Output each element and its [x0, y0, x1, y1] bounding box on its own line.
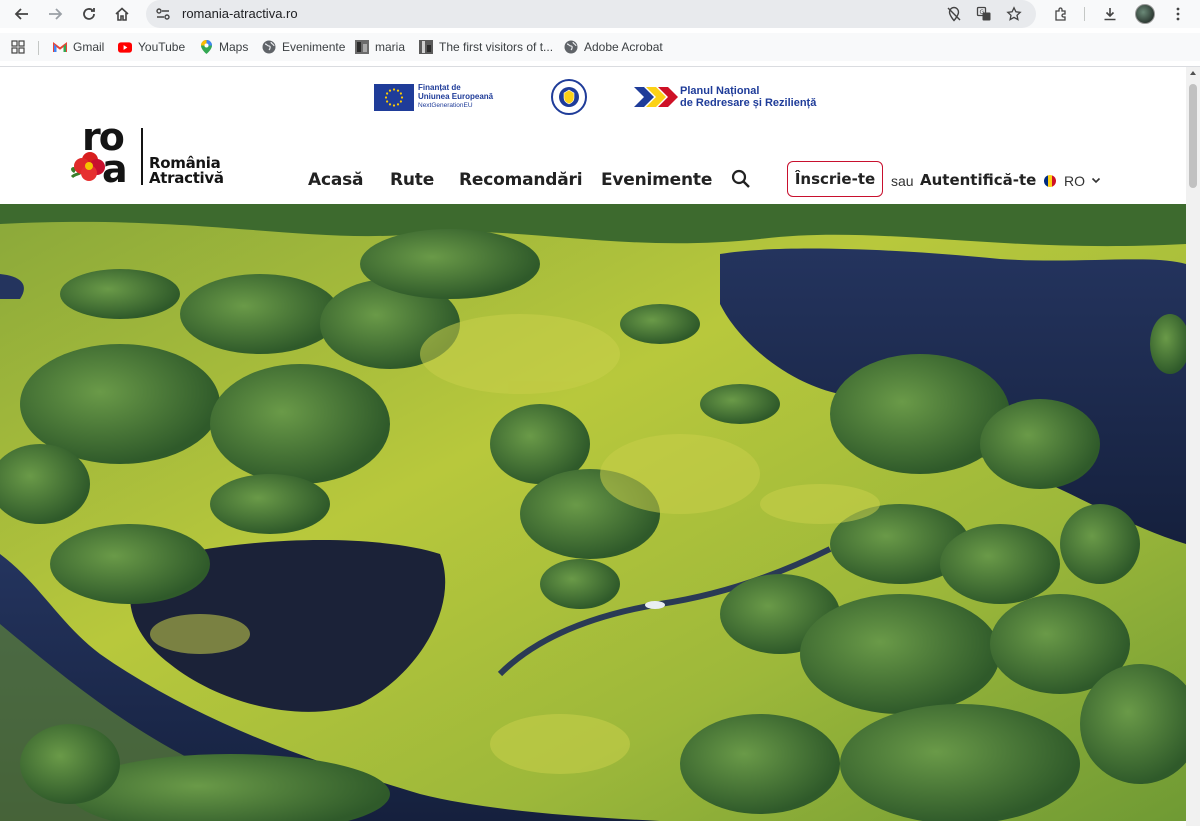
- nav-evenimente[interactable]: Evenimente: [601, 170, 712, 190]
- bookmark-evenimente[interactable]: Evenimente: [262, 39, 345, 55]
- eu-funding-line: Uniunea Europeană: [418, 92, 494, 101]
- bookmark-first-visitors[interactable]: The first visitors of t...: [419, 39, 553, 55]
- nav-recomandari[interactable]: Recomandări: [459, 170, 583, 190]
- bookmark-gmail[interactable]: Gmail: [53, 39, 104, 55]
- bookmark-maps[interactable]: Maps: [199, 39, 248, 55]
- address-bar[interactable]: romania-atractiva.ro: [146, 0, 1036, 28]
- chevron-down-icon: [1091, 172, 1101, 190]
- apps-icon[interactable]: [11, 39, 25, 55]
- bookmark-label: YouTube: [138, 40, 186, 54]
- bookmark-label: Evenimente: [282, 40, 346, 54]
- bookmark-maria[interactable]: maria: [355, 39, 405, 55]
- pnrr-logo: [634, 86, 678, 108]
- government-seal-logo: [551, 79, 587, 115]
- globe-icon: [564, 40, 578, 54]
- scrollbar-thumb[interactable]: [1189, 84, 1197, 188]
- svg-text:G: G: [980, 9, 985, 16]
- scroll-up-arrow-icon[interactable]: [1190, 71, 1196, 75]
- pnrr-line: de Redresare și Reziliență: [680, 97, 817, 109]
- nav-acasa[interactable]: Acasă: [308, 170, 363, 190]
- downloads-icon[interactable]: [1100, 4, 1120, 24]
- or-text: sau: [891, 173, 914, 189]
- youtube-icon: [118, 40, 132, 54]
- bookmark-star-icon[interactable]: [1004, 4, 1024, 24]
- home-icon[interactable]: [110, 2, 134, 26]
- bookmark-label: Maps: [219, 40, 249, 54]
- page-scrollbar[interactable]: [1186, 67, 1200, 826]
- page-thumbnail-icon: [419, 40, 433, 54]
- bookmark-label: maria: [375, 40, 406, 54]
- web-page: Finanțat de Uniunea Europeană NextGenera…: [0, 67, 1186, 826]
- search-icon[interactable]: [731, 169, 751, 189]
- login-link[interactable]: Autentifică-te: [920, 171, 1036, 189]
- gmail-icon: [53, 40, 67, 54]
- bookmark-label: The first visitors of t...: [439, 40, 554, 54]
- eu-funding-text: Finanțat de Uniunea Europeană NextGenera…: [418, 83, 518, 110]
- page-thumbnail-icon: [355, 40, 369, 54]
- logo-divider: [141, 128, 143, 185]
- location-blocked-icon[interactable]: [944, 4, 964, 24]
- peony-flower-icon[interactable]: [68, 147, 112, 189]
- more-menu-icon[interactable]: [1168, 4, 1188, 24]
- hero-image: [0, 204, 1186, 821]
- bookmarks-divider: [38, 41, 39, 55]
- profile-avatar[interactable]: [1135, 4, 1155, 24]
- language-selector[interactable]: RO: [1044, 171, 1101, 191]
- url-text[interactable]: romania-atractiva.ro: [182, 6, 298, 21]
- language-label: RO: [1064, 173, 1085, 189]
- bookmarks-bar: Gmail YouTube Maps Evenimente maria The …: [0, 33, 1200, 61]
- browser-toolbar: romania-atractiva.ro G: [0, 0, 1200, 28]
- globe-icon: [262, 40, 276, 54]
- forward-icon[interactable]: [43, 2, 67, 26]
- eu-flag-logo: [374, 84, 414, 111]
- site-settings-icon[interactable]: [155, 6, 171, 22]
- reload-icon[interactable]: [77, 2, 101, 26]
- bookmark-adobe-acrobat[interactable]: Adobe Acrobat: [564, 39, 663, 55]
- bookmark-youtube[interactable]: YouTube: [118, 39, 185, 55]
- toolbar-divider: [1084, 7, 1085, 21]
- pnrr-text: Planul Național de Redresare și Rezilien…: [680, 85, 816, 109]
- extensions-icon[interactable]: [1051, 4, 1071, 24]
- nav-rute[interactable]: Rute: [390, 170, 434, 190]
- pnrr-line: Planul Național: [680, 85, 760, 97]
- eu-funding-line: Finanțat de: [418, 83, 461, 92]
- bookmark-label: Adobe Acrobat: [584, 40, 663, 54]
- eu-funding-line: NextGenerationEU: [418, 102, 473, 109]
- site-name[interactable]: România Atractivă: [149, 156, 224, 186]
- maps-icon: [199, 40, 213, 54]
- romania-flag-icon: [1044, 175, 1056, 187]
- site-name-line: Atractivă: [149, 169, 224, 187]
- signup-button[interactable]: Înscrie-te: [787, 161, 883, 197]
- bookmark-label: Gmail: [73, 40, 105, 54]
- translate-icon[interactable]: G: [974, 4, 994, 24]
- back-icon[interactable]: [10, 2, 34, 26]
